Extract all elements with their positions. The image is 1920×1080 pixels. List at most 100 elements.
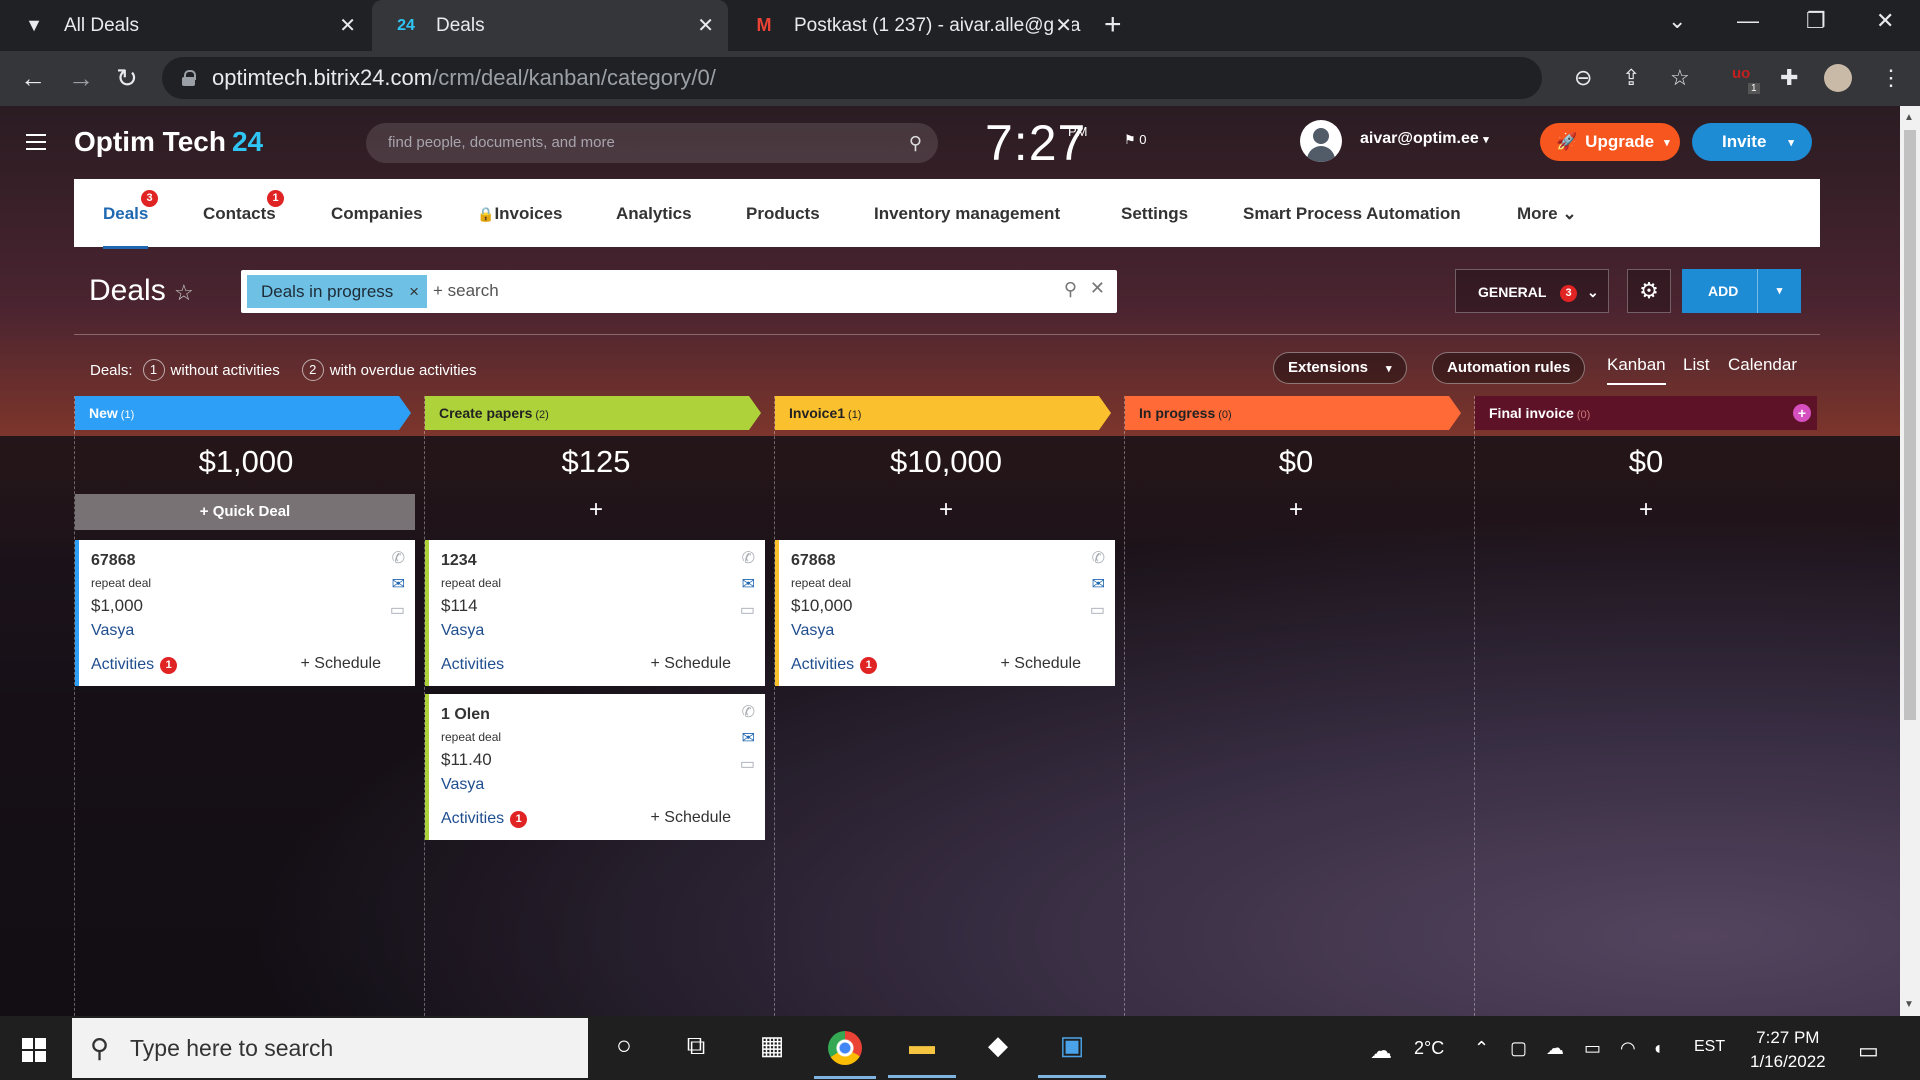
chat-icon[interactable]: ▭: [1090, 600, 1105, 620]
close-icon[interactable]: ✕: [697, 13, 714, 38]
share-icon[interactable]: ⇪: [1622, 65, 1640, 91]
chrome-icon[interactable]: [814, 1031, 876, 1079]
deal-card[interactable]: 67868 repeat deal $10,000 Vasya Activiti…: [775, 540, 1115, 686]
profile-avatar-icon[interactable]: [1824, 64, 1852, 92]
menu-item-deals[interactable]: Deals 3: [103, 190, 158, 249]
mail-icon[interactable]: ✉: [742, 574, 755, 594]
search-icon[interactable]: ⚲: [909, 123, 922, 163]
pipeline-general-button[interactable]: GENERAL 3 ⌄: [1455, 269, 1609, 313]
invite-button[interactable]: Invite ▾: [1692, 123, 1812, 161]
address-bar[interactable]: optimtech.bitrix24.com/crm/deal/kanban/c…: [162, 57, 1542, 99]
stat-count[interactable]: 1: [142, 359, 165, 381]
weather-temp[interactable]: 2°C: [1414, 1038, 1444, 1059]
upgrade-button[interactable]: 🚀 Upgrade ▾: [1540, 123, 1680, 161]
mail-icon[interactable]: ✉: [392, 574, 405, 594]
windows-start-icon[interactable]: [22, 1038, 46, 1062]
menu-item-more[interactable]: More ⌄: [1517, 204, 1577, 224]
chevron-down-icon[interactable]: ▾: [1757, 269, 1801, 313]
meet-icon[interactable]: ▢: [1510, 1038, 1527, 1059]
view-calendar[interactable]: Calendar: [1728, 355, 1797, 375]
filter-search-input[interactable]: + search: [433, 281, 499, 301]
deal-card[interactable]: 1234 repeat deal $114 Vasya Activities +…: [425, 540, 765, 686]
cortana-icon[interactable]: ○: [604, 1030, 644, 1066]
close-icon[interactable]: ✕: [1055, 13, 1072, 38]
flag-counter[interactable]: ⚑ 0: [1124, 132, 1147, 148]
schedule-link[interactable]: + Schedule: [650, 655, 731, 673]
menu-item-inventory[interactable]: Inventory management: [874, 204, 1060, 224]
window-close-icon[interactable]: ✕: [1876, 8, 1894, 34]
scrollbar-thumb[interactable]: [1904, 130, 1916, 720]
phone-icon[interactable]: ✆: [392, 548, 405, 568]
tab-gmail[interactable]: M Postkast (1 237) - aivar.alle@gma ✕: [730, 0, 1086, 51]
stage-header[interactable]: New (1): [75, 396, 411, 430]
quick-deal-button[interactable]: + Quick Deal: [75, 494, 415, 530]
tab-all-deals[interactable]: ▼ All Deals ✕: [0, 0, 370, 51]
activities-link[interactable]: Activities 1: [791, 656, 878, 674]
ublock-icon[interactable]: uo: [1732, 65, 1750, 82]
activities-link[interactable]: Activities 1: [91, 656, 178, 674]
battery-icon[interactable]: ▭: [1584, 1038, 1601, 1059]
chevron-up-icon[interactable]: ⌃: [1474, 1038, 1489, 1059]
menu-item-invoices[interactable]: 🔒Invoices: [477, 204, 562, 224]
photos-icon[interactable]: ▣: [1038, 1030, 1106, 1078]
phone-icon[interactable]: ✆: [742, 702, 755, 722]
deal-title[interactable]: 1 Olen: [441, 706, 490, 724]
deal-title[interactable]: 67868: [791, 552, 836, 570]
stat-label[interactable]: without activities: [171, 362, 280, 379]
add-deal-plus-icon[interactable]: +: [1125, 496, 1467, 524]
portal-logo[interactable]: Optim Tech 24: [74, 126, 263, 158]
menu-item-analytics[interactable]: Analytics: [616, 204, 692, 224]
view-list[interactable]: List: [1683, 355, 1709, 375]
settings-gear-icon[interactable]: ⚙: [1627, 269, 1671, 313]
chip-remove-icon[interactable]: ×: [409, 275, 419, 308]
menu-item-products[interactable]: Products: [746, 204, 820, 224]
language-indicator[interactable]: EST: [1694, 1038, 1725, 1056]
close-icon[interactable]: ✕: [339, 13, 356, 38]
activities-link[interactable]: Activities: [441, 656, 504, 674]
automation-rules-button[interactable]: Automation rules: [1432, 352, 1586, 384]
forward-icon[interactable]: →: [68, 63, 94, 94]
search-icon[interactable]: ⚲: [1064, 279, 1077, 300]
mail-icon[interactable]: ✉: [742, 728, 755, 748]
user-avatar[interactable]: [1300, 120, 1342, 162]
extensions-puzzle-icon[interactable]: ✚: [1780, 65, 1798, 91]
reload-icon[interactable]: ↻: [116, 63, 138, 94]
taskbar-clock[interactable]: 7:27 PM 1/16/2022: [1750, 1026, 1826, 1074]
add-stage-icon[interactable]: +: [1793, 404, 1811, 422]
task-view-icon[interactable]: ⧉: [676, 1030, 716, 1066]
stage-header[interactable]: Final invoice (0) +: [1475, 396, 1817, 430]
header-clock[interactable]: 7:27: [985, 114, 1086, 172]
stat-label[interactable]: with overdue activities: [330, 362, 477, 379]
filter-search-bar[interactable]: Deals in progress × + search ⚲ ✕: [241, 270, 1117, 313]
global-search-input[interactable]: find people, documents, and more ⚲: [366, 123, 938, 163]
schedule-link[interactable]: + Schedule: [1000, 655, 1081, 673]
back-icon[interactable]: ←: [20, 63, 46, 94]
volume-icon[interactable]: ◖: [1652, 1038, 1663, 1059]
chat-icon[interactable]: ▭: [390, 600, 405, 620]
deal-card[interactable]: 1 Olen repeat deal $11.40 Vasya Activiti…: [425, 694, 765, 840]
wifi-icon[interactable]: ◠: [1620, 1038, 1636, 1059]
taskbar-search-input[interactable]: ⚲ Type here to search: [72, 1018, 588, 1078]
page-scrollbar[interactable]: ▲ ▼: [1900, 106, 1920, 1016]
zoom-icon[interactable]: ⊖: [1574, 65, 1592, 91]
tab-search-icon[interactable]: ⌄: [1668, 8, 1686, 34]
deal-client[interactable]: Vasya: [791, 622, 834, 640]
stat-count[interactable]: 2: [301, 359, 324, 381]
extensions-button[interactable]: Extensions ▾: [1273, 352, 1407, 384]
phone-icon[interactable]: ✆: [742, 548, 755, 568]
chrome-menu-icon[interactable]: ⋮: [1880, 65, 1902, 91]
view-kanban[interactable]: Kanban: [1607, 355, 1666, 385]
activities-link[interactable]: Activities 1: [441, 810, 528, 828]
add-deal-plus-icon[interactable]: +: [1475, 496, 1817, 524]
filter-chip[interactable]: Deals in progress ×: [247, 275, 427, 308]
menu-item-contacts[interactable]: Contacts 1: [203, 190, 284, 224]
menu-item-companies[interactable]: Companies: [331, 204, 423, 224]
restore-icon[interactable]: ❐: [1806, 8, 1826, 34]
schedule-link[interactable]: + Schedule: [650, 809, 731, 827]
add-button[interactable]: ADD ▾: [1682, 269, 1801, 313]
menu-hamburger-icon[interactable]: [26, 134, 46, 150]
bookmark-star-icon[interactable]: ☆: [1670, 65, 1690, 91]
deal-title[interactable]: 67868: [91, 552, 136, 570]
deal-client[interactable]: Vasya: [441, 622, 484, 640]
deal-title[interactable]: 1234: [441, 552, 477, 570]
